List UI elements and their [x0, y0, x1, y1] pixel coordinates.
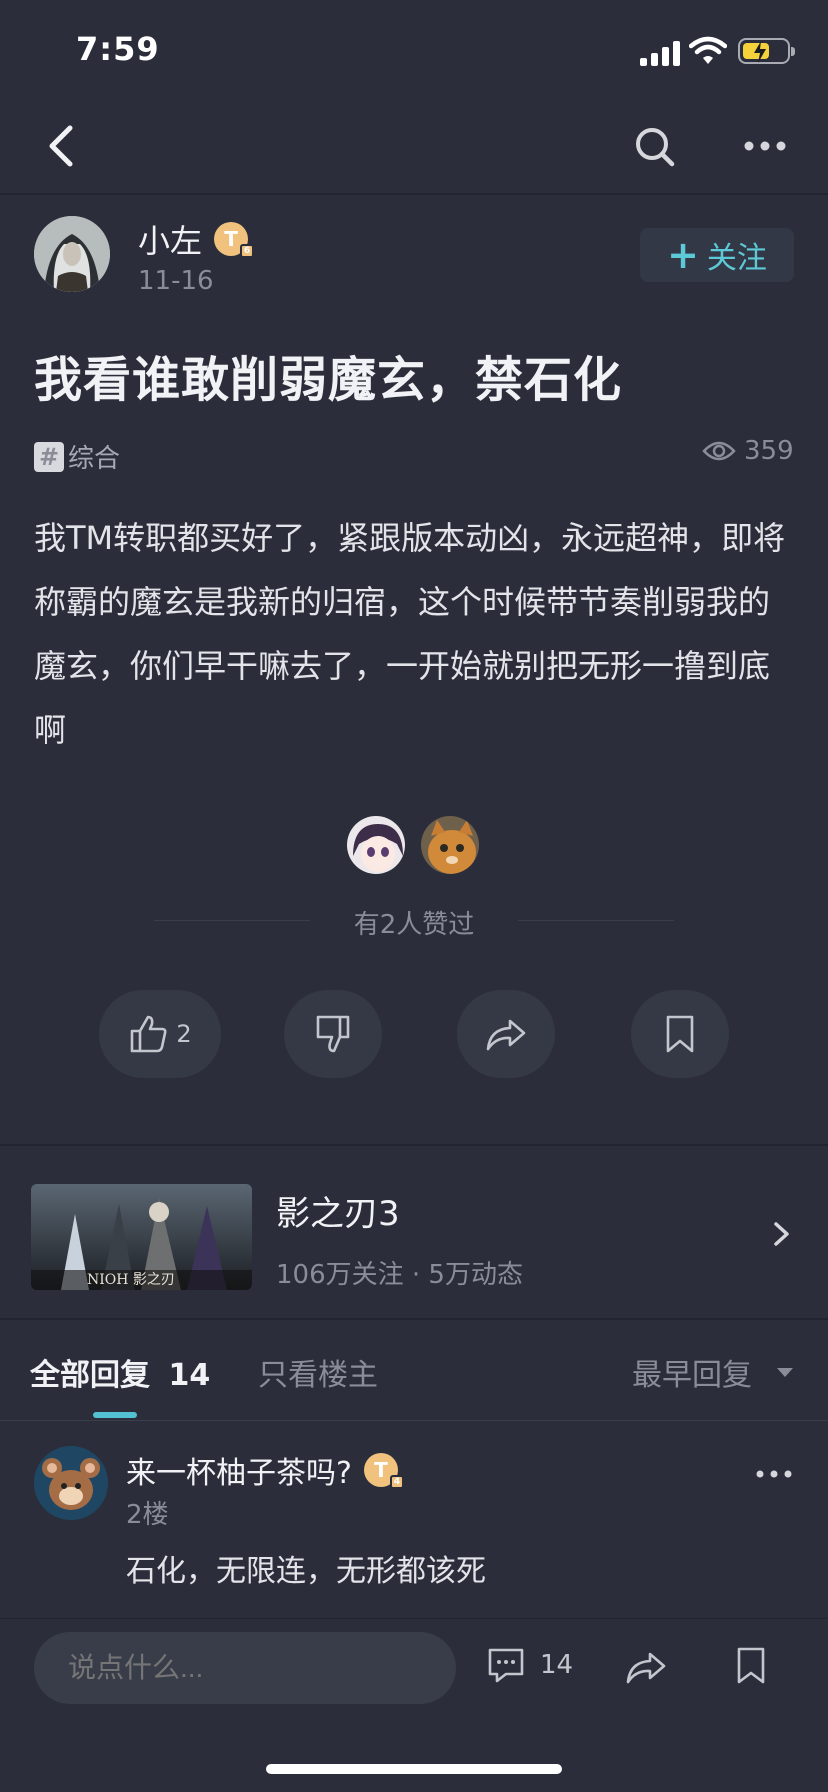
bookmark-button[interactable]	[631, 990, 729, 1078]
tab-all-count: 14	[168, 1358, 211, 1393]
caret-down-icon	[777, 1368, 793, 1377]
post-tag-label: 综合	[68, 444, 121, 474]
view-count-value: 359	[744, 436, 794, 466]
tabs-divider	[0, 1420, 828, 1421]
comment-count: 14	[540, 1650, 574, 1680]
signal-icon	[640, 40, 680, 66]
battery-icon	[738, 38, 795, 64]
section-divider	[0, 1318, 828, 1320]
tab-all-replies[interactable]: 全部回复 14	[30, 1350, 210, 1394]
chevron-right-icon	[774, 1222, 789, 1246]
level-badge-letter: T	[374, 1458, 388, 1482]
comments-button[interactable]: 14	[486, 1646, 573, 1684]
tab-indicator	[93, 1412, 137, 1418]
plus-icon: +	[667, 233, 699, 277]
more-icon[interactable]	[754, 1462, 794, 1486]
home-indicator	[266, 1764, 562, 1774]
tab-all-label: 全部回复	[30, 1358, 150, 1393]
more-icon[interactable]	[740, 124, 790, 168]
sort-dropdown[interactable]: 最早回复	[632, 1350, 794, 1394]
reply-author-name: 来一杯柚子茶吗?	[126, 1456, 352, 1491]
liker-avatar[interactable]	[419, 814, 481, 876]
likers-summary: 有2人赞过	[353, 910, 475, 940]
level-badge: T 6	[214, 222, 255, 258]
level-badge-sub: 4	[389, 1475, 404, 1489]
like-button[interactable]: 2	[99, 990, 221, 1078]
tab-host-only[interactable]: 只看楼主	[258, 1350, 378, 1394]
reply-floor: 2楼	[126, 1500, 169, 1530]
level-badge-letter: T	[224, 227, 238, 251]
author-name-text: 小左	[138, 222, 203, 260]
back-icon[interactable]	[40, 118, 84, 174]
game-stats: 106万关注 · 5万动态	[276, 1260, 523, 1290]
comment-icon	[488, 1648, 524, 1683]
reply-avatar[interactable]	[34, 1446, 108, 1520]
view-count: 359	[702, 436, 794, 466]
reply-text: 石化，无限连，无形都该死	[126, 1554, 486, 1589]
eye-icon	[702, 441, 736, 461]
thumbs-up-icon	[131, 1015, 167, 1053]
comment-input[interactable]	[34, 1632, 456, 1704]
search-icon[interactable]	[630, 118, 680, 174]
post-body: 我TM转职都买好了，紧跟版本动凶，永远超神，即将称霸的魔玄是我新的归宿，这个时候…	[34, 519, 786, 749]
share-button[interactable]	[457, 990, 555, 1078]
post-tag[interactable]: # 综合	[34, 438, 120, 475]
game-name: 影之刃3	[276, 1194, 400, 1234]
bookmark-icon[interactable]	[734, 1646, 768, 1686]
post-title: 我看谁敢削弱魔玄，禁石化	[34, 352, 623, 408]
game-thumbnail: NIOH 影之刃	[31, 1184, 252, 1290]
wifi-icon	[689, 36, 727, 64]
level-badge-sub: 6	[240, 244, 255, 258]
hash-icon: #	[34, 441, 64, 472]
author-avatar[interactable]	[34, 216, 110, 292]
thumbs-down-icon	[316, 1015, 350, 1053]
section-divider	[0, 1144, 828, 1146]
nav-divider	[0, 193, 828, 195]
follow-button[interactable]: + 关注	[640, 228, 794, 282]
liker-avatar[interactable]	[345, 814, 407, 876]
sort-label: 最早回复	[632, 1358, 752, 1393]
follow-label: 关注	[706, 241, 767, 276]
share-icon	[486, 1019, 526, 1051]
game-thumbnail-logo: NIOH 影之刃	[87, 1272, 175, 1288]
like-count: 2	[176, 1020, 192, 1048]
level-badge: T 4	[363, 1453, 404, 1489]
post-date: 11-16	[138, 266, 214, 296]
reply-author[interactable]: 来一杯柚子茶吗? T 4	[126, 1448, 404, 1492]
bookmark-icon	[666, 1015, 694, 1053]
dislike-button[interactable]	[284, 990, 382, 1078]
status-time: 7:59	[76, 30, 160, 68]
share-icon[interactable]	[624, 1648, 668, 1688]
author-name[interactable]: 小左 T 6	[138, 216, 255, 262]
